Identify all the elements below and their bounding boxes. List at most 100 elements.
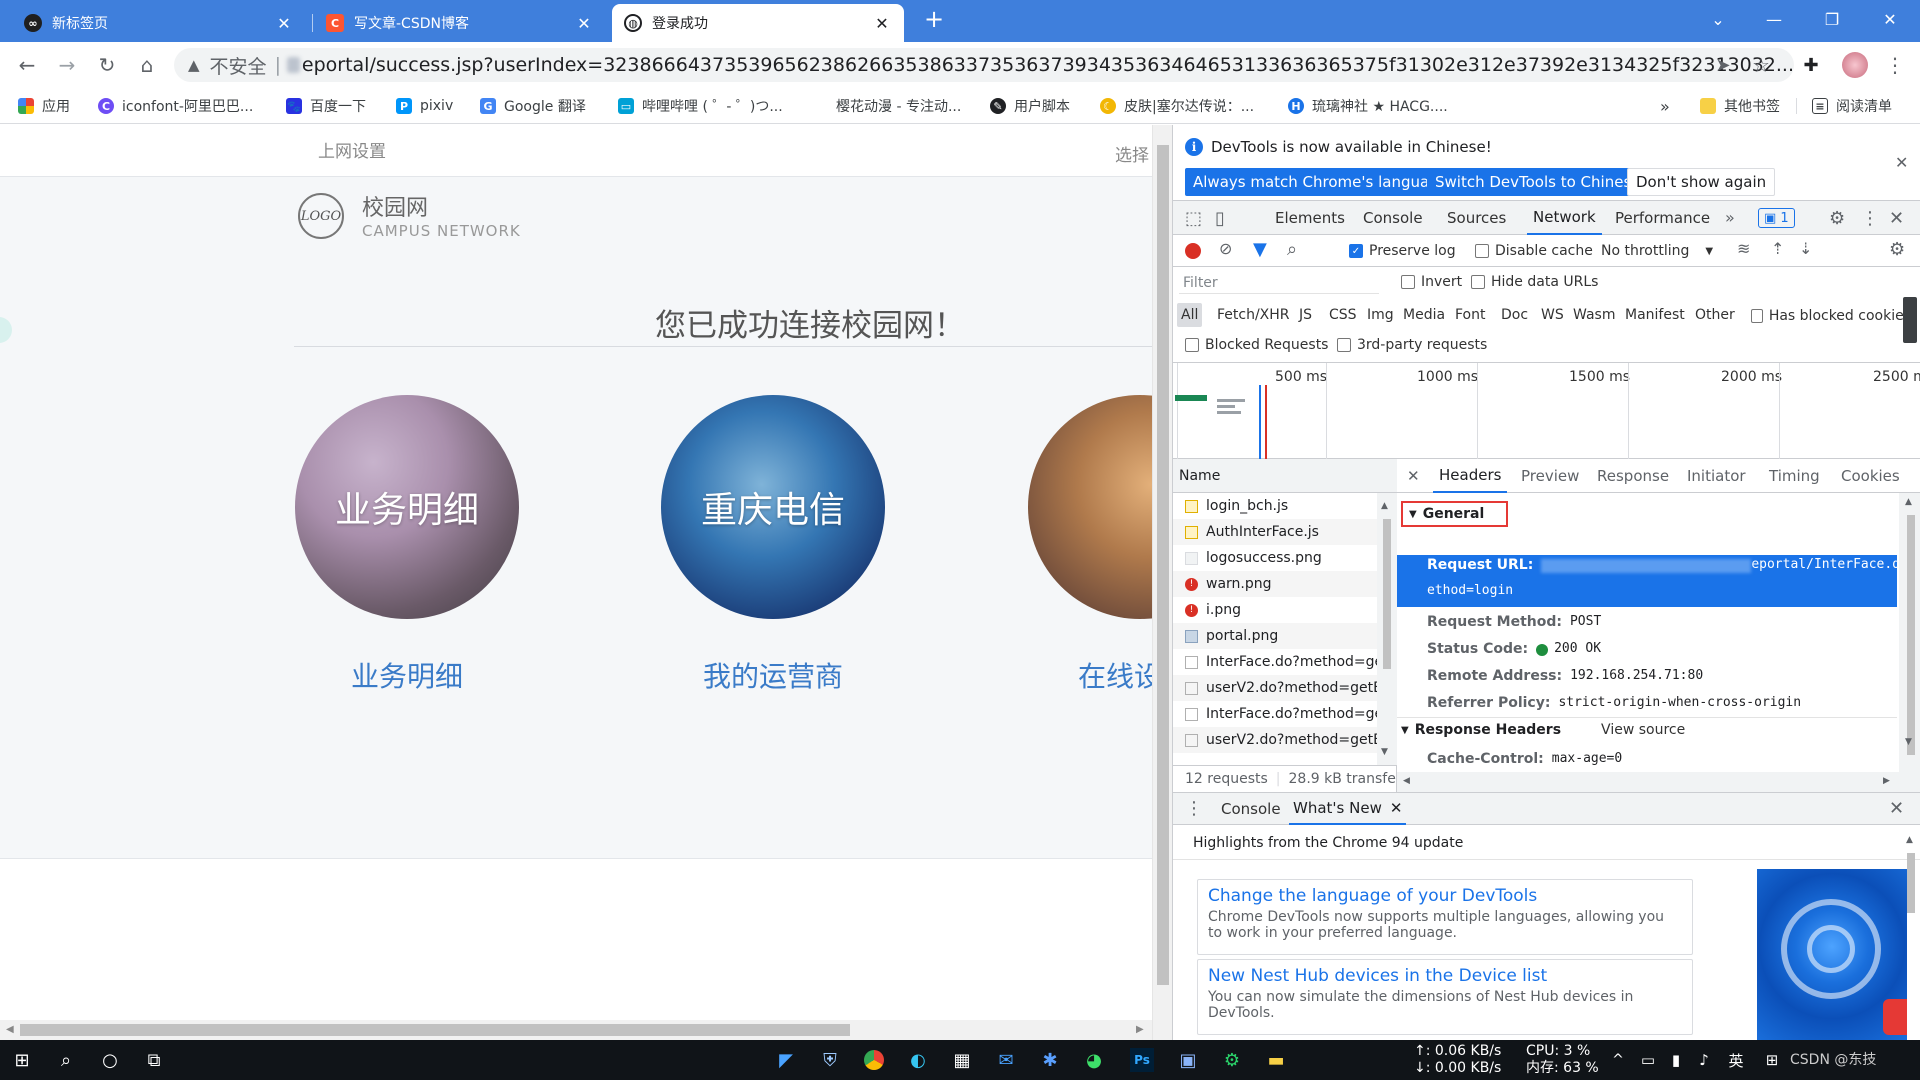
tab-performance[interactable]: Performance xyxy=(1615,201,1710,235)
page-vertical-scrollbar[interactable] xyxy=(1152,125,1172,1040)
device-toolbar-icon[interactable]: ▯ xyxy=(1215,208,1225,229)
bookmark-sakura[interactable]: 樱花动漫 - 专注动... xyxy=(812,96,961,116)
type-filter-media[interactable]: Media xyxy=(1399,303,1449,327)
back-icon[interactable]: ← xyxy=(12,50,42,80)
close-icon[interactable]: ✕ xyxy=(274,14,294,33)
network-settings-icon[interactable]: ⚙ xyxy=(1889,239,1905,260)
online-device-circle[interactable]: 2 台 xyxy=(1028,395,1172,619)
store-icon[interactable]: ▦ xyxy=(950,1048,974,1072)
maximize-button[interactable]: ❐ xyxy=(1804,0,1860,38)
request-row[interactable]: userV2.do?method=getEr xyxy=(1173,727,1377,753)
response-headers-section-header[interactable]: ▼ Response Headers View source xyxy=(1401,722,1685,738)
network-conditions-icon[interactable]: ≋ xyxy=(1737,239,1750,258)
bookmark-star-icon[interactable]: ☆ xyxy=(1746,50,1776,80)
warning-icon[interactable]: ▲ xyxy=(188,56,200,74)
tab-sources[interactable]: Sources xyxy=(1447,201,1506,235)
mail-icon[interactable]: ✉ xyxy=(994,1048,1018,1072)
request-url-row-selected[interactable]: Request URL: eportal/InterFace.do?method… xyxy=(1397,555,1920,607)
extensions-puzzle-icon[interactable]: ✚ xyxy=(1796,50,1826,80)
close-icon[interactable]: ✕ xyxy=(872,14,892,33)
request-row[interactable]: InterFace.do?method=get xyxy=(1173,701,1377,727)
scrollbar-thumb[interactable] xyxy=(1157,145,1169,985)
type-filter-wasm[interactable]: Wasm xyxy=(1569,303,1619,327)
search-icon[interactable]: ⌕ xyxy=(54,1048,78,1072)
view-source-link[interactable]: View source xyxy=(1601,722,1685,738)
tab-console[interactable]: Console xyxy=(1363,201,1423,235)
bookmark-bilibili[interactable]: ▭ 哔哩哔哩 ( ゜- ゜)つ... xyxy=(618,96,783,116)
window-close-button[interactable]: ✕ xyxy=(1862,0,1918,38)
whats-new-card-nest-hub[interactable]: New Nest Hub devices in the Device list … xyxy=(1197,959,1693,1035)
send-icon[interactable]: ➤ xyxy=(1708,50,1738,80)
tab-login-success[interactable]: ◍ 登录成功 ✕ xyxy=(612,4,904,42)
request-list-scrollbar[interactable]: ▲ ▼ xyxy=(1377,493,1397,765)
bookmark-pixiv[interactable]: P pixiv xyxy=(396,96,453,116)
record-icon[interactable] xyxy=(1185,243,1201,259)
photos-icon[interactable]: ▣ xyxy=(1176,1048,1200,1072)
scroll-down-icon[interactable]: ▼ xyxy=(1905,737,1912,747)
tab-cookies[interactable]: Cookies xyxy=(1841,459,1900,493)
switch-to-chinese-button[interactable]: Switch DevTools to Chinese xyxy=(1427,168,1649,196)
bookmark-apps[interactable]: 应用 xyxy=(18,96,70,116)
scrollbar-thumb[interactable] xyxy=(20,1024,850,1036)
select-link[interactable]: 选择 xyxy=(1115,141,1149,166)
business-detail-link[interactable]: 业务明细 xyxy=(295,655,519,695)
my-carrier-link[interactable]: 我的运营商 xyxy=(661,655,885,695)
request-row[interactable]: portal.png xyxy=(1173,623,1377,649)
scroll-left-icon[interactable]: ◀ xyxy=(6,1024,14,1035)
close-drawer-icon[interactable]: ✕ xyxy=(1889,798,1904,819)
reload-icon[interactable]: ↻ xyxy=(92,50,122,80)
bookmark-baidu[interactable]: 🐾 百度一下 xyxy=(286,96,366,116)
android-studio-icon[interactable]: ⚙ xyxy=(1220,1048,1244,1072)
cortana-icon[interactable]: ○ xyxy=(98,1048,122,1072)
ime-language[interactable]: 英 xyxy=(1724,1048,1748,1072)
details-horizontal-scrollbar[interactable]: ◀ ▶ xyxy=(1397,772,1899,792)
request-row[interactable]: ! i.png xyxy=(1173,597,1377,623)
scroll-left-icon[interactable]: ◀ xyxy=(1403,776,1410,786)
drawer-tab-whats-new[interactable]: What's New ✕ xyxy=(1289,793,1407,825)
drawer-menu-icon[interactable]: ⋮ xyxy=(1185,798,1203,819)
filter-funnel-icon[interactable]: ▼ xyxy=(1253,239,1267,260)
type-filter-font[interactable]: Font xyxy=(1451,303,1489,327)
network-overview[interactable]: 500 ms 1000 ms 1500 ms 2000 ms 2500 ms xyxy=(1173,363,1920,459)
chrome-icon[interactable] xyxy=(862,1048,886,1072)
whats-new-card-language[interactable]: Change the language of your DevTools Chr… xyxy=(1197,879,1693,955)
ime-mode-icon[interactable]: ⊞ xyxy=(1760,1048,1784,1072)
home-icon[interactable]: ⌂ xyxy=(132,50,162,80)
tab-preview[interactable]: Preview xyxy=(1521,459,1579,493)
bookmark-hacg[interactable]: H 琉璃神社 ★ HACG.... xyxy=(1288,96,1448,116)
hide-data-urls-checkbox[interactable]: Hide data URLs xyxy=(1471,274,1598,290)
type-filter-ws[interactable]: WS xyxy=(1537,303,1568,327)
tab-initiator[interactable]: Initiator xyxy=(1687,459,1746,493)
tab-new-tab[interactable]: ∞ 新标签页 ✕ xyxy=(12,4,306,42)
request-row[interactable]: AuthInterFace.js xyxy=(1173,519,1377,545)
battery-icon[interactable]: ▮ xyxy=(1664,1048,1688,1072)
bookmarks-more-button[interactable]: » xyxy=(1660,96,1670,116)
type-filter-fetch-xhr[interactable]: Fetch/XHR xyxy=(1213,303,1294,327)
drawer-tab-console[interactable]: Console xyxy=(1221,793,1281,825)
scroll-right-icon[interactable]: ▶ xyxy=(1883,776,1890,786)
type-filter-manifest[interactable]: Manifest xyxy=(1621,303,1689,327)
tab-timing[interactable]: Timing xyxy=(1769,459,1820,493)
download-icon[interactable]: ⇣ xyxy=(1799,239,1812,258)
photoshop-icon[interactable]: Ps xyxy=(1130,1048,1154,1072)
name-column-header[interactable]: Name xyxy=(1173,459,1397,493)
bookmark-iconfont[interactable]: C iconfont-阿里巴巴... xyxy=(98,96,253,116)
business-detail-circle[interactable]: 业务明细 xyxy=(295,395,519,619)
drawer-scrollbar[interactable]: ▲ xyxy=(1901,833,1920,1041)
clear-icon[interactable]: ⊘ xyxy=(1219,239,1232,258)
inspect-element-icon[interactable]: ⬚ xyxy=(1185,208,1202,229)
network-icon[interactable]: ▭ xyxy=(1636,1048,1660,1072)
address-bar[interactable]: ▲ 不安全 | eportal/success.jsp?userIndex=32… xyxy=(174,48,1794,82)
forward-icon[interactable]: → xyxy=(52,50,82,80)
more-panels-icon[interactable]: » xyxy=(1725,208,1735,227)
scrollbar-thumb[interactable] xyxy=(1383,519,1391,669)
tab-elements[interactable]: Elements xyxy=(1275,201,1345,235)
preserve-log-checkbox[interactable]: ✓ Preserve log xyxy=(1349,243,1456,259)
app-icon[interactable]: ◤ xyxy=(774,1048,798,1072)
volume-icon[interactable]: ♪ xyxy=(1692,1048,1716,1072)
scroll-up-icon[interactable]: ▲ xyxy=(1906,835,1913,845)
card-title-link[interactable]: New Nest Hub devices in the Device list xyxy=(1208,966,1682,986)
type-filter-doc[interactable]: Doc xyxy=(1497,303,1532,327)
floating-handle[interactable] xyxy=(0,317,12,343)
has-blocked-cookies-checkbox[interactable]: Has blocked cookies xyxy=(1751,308,1911,324)
